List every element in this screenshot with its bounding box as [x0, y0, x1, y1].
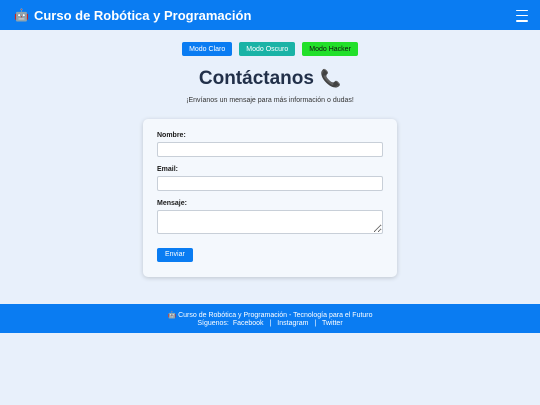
theme-light-button[interactable]: Modo Claro	[182, 42, 233, 56]
hamburger-menu-icon[interactable]	[516, 9, 528, 22]
brand-title: Curso de Robótica y Programación	[33, 7, 252, 23]
theme-switcher: Modo Claro Modo Oscuro Modo Hacker	[0, 42, 540, 56]
separator: |	[314, 319, 317, 327]
theme-dark-button[interactable]: Modo Oscuro	[239, 42, 296, 56]
send-button[interactable]: Enviar	[157, 247, 193, 262]
page-title: Contáctanos 📞	[0, 68, 540, 90]
email-input[interactable]	[157, 176, 383, 191]
name-input[interactable]	[157, 142, 383, 157]
phone-icon: 📞	[319, 69, 342, 88]
message-textarea[interactable]	[157, 210, 383, 234]
footer: 🤖 Curso de Robótica y Programación - Tec…	[0, 304, 540, 333]
name-label: Nombre:	[157, 132, 186, 139]
robot-icon: 🤖	[14, 8, 29, 22]
brand[interactable]: 🤖 Curso de Robótica y Programación	[14, 8, 251, 23]
page-title-text: Contáctanos	[198, 68, 314, 89]
follow-label: Síguenos:	[197, 319, 229, 327]
page-subtitle: ¡Envíanos un mensaje para más informació…	[186, 97, 354, 104]
contact-form: Nombre: Email: Mensaje: Enviar	[143, 119, 397, 277]
instagram-link[interactable]: Instagram	[277, 320, 308, 327]
social-links: Síguenos: Facebook | Instagram | Twitter	[0, 320, 540, 327]
footer-credit: 🤖 Curso de Robótica y Programación - Tec…	[167, 311, 373, 319]
facebook-link[interactable]: Facebook	[233, 320, 264, 327]
navbar: 🤖 Curso de Robótica y Programación	[0, 0, 540, 30]
twitter-link[interactable]: Twitter	[322, 320, 343, 327]
theme-hacker-button[interactable]: Modo Hacker	[302, 42, 358, 56]
message-label: Mensaje:	[157, 200, 187, 207]
email-label: Email:	[157, 166, 179, 173]
separator: |	[269, 319, 272, 327]
